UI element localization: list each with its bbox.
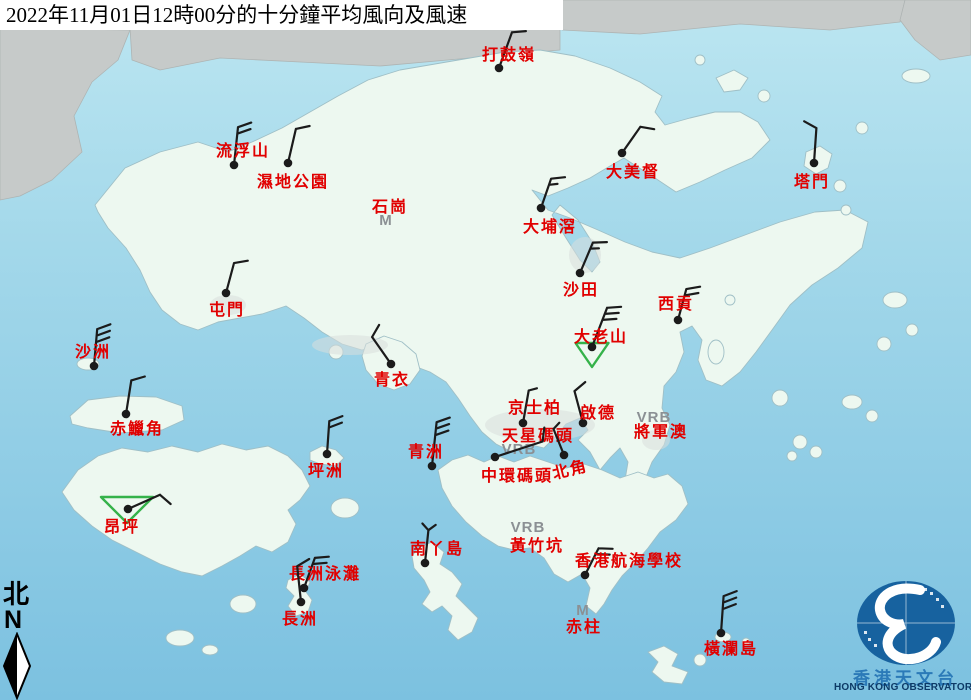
island-tung-ping-chau bbox=[902, 69, 930, 83]
island-hei-ling-chau bbox=[331, 498, 359, 518]
station-waglan-island-dot bbox=[717, 629, 726, 638]
station-cheung-chau-label: 長洲 bbox=[282, 610, 318, 628]
station-lau-fau-shan-dot bbox=[230, 161, 239, 170]
base-map: 流浮山濕地公園 打鼓嶺 M 石崗 大美督塔門大埔滘沙田西貢大老山 屯門沙洲赤鱲角 青衣京士柏… bbox=[0, 0, 971, 700]
island-east-2 bbox=[906, 324, 918, 336]
island-town bbox=[772, 390, 788, 406]
station-tuen-mun-dot bbox=[222, 289, 231, 298]
station-hk-sea-school-dot bbox=[581, 571, 590, 580]
island-crooked-2 bbox=[695, 55, 705, 65]
station-lau-fau-shan-label: 流浮山 bbox=[216, 141, 270, 160]
station-hk-sea-school-label: 香港航海學校 bbox=[574, 551, 683, 570]
station-shek-kong-label: 石崗 bbox=[371, 197, 408, 216]
island-basalt bbox=[842, 395, 862, 409]
station-wong-chuk-hang-label: 黃竹坑 bbox=[509, 536, 564, 555]
island-soko-1 bbox=[166, 630, 194, 646]
hko-logo-english: HONG KONG OBSERVATORY bbox=[834, 682, 971, 693]
station-stanley-label: 赤柱 bbox=[566, 617, 602, 636]
station-central-pier-label: 中環碼頭 bbox=[481, 466, 553, 485]
wind-map-canvas: 流浮山濕地公園 打鼓嶺 M 石崗 大美督塔門大埔滘沙田西貢大老山 屯門沙洲赤鱲角 青衣京士柏… bbox=[0, 0, 971, 700]
station-waglan-island-label: 橫瀾島 bbox=[704, 639, 758, 658]
station-sha-tin-dot bbox=[576, 269, 585, 278]
station-tuen-mun-label: 屯門 bbox=[209, 300, 245, 319]
station-tap-mun-label: 塔門 bbox=[794, 172, 830, 191]
station-tates-cairn-label: 大老山 bbox=[574, 327, 628, 346]
island-crooked-1 bbox=[758, 90, 770, 102]
station-sha-tin-label: 沙田 bbox=[563, 281, 599, 299]
island-bluff bbox=[866, 410, 878, 422]
station-stanley-m-tag: M bbox=[576, 602, 590, 619]
island-east-3 bbox=[877, 337, 891, 351]
station-sha-chau-label: 沙洲 bbox=[75, 343, 111, 361]
station-kings-park-dot bbox=[519, 419, 528, 428]
station-sha-chau-dot bbox=[90, 362, 99, 371]
station-ngong-ping-dot bbox=[124, 505, 133, 514]
station-cheung-chau-dot bbox=[297, 598, 306, 607]
island-shelter bbox=[725, 295, 735, 305]
island-ninepin-3 bbox=[787, 451, 797, 461]
north-compass: 北 N bbox=[0, 582, 36, 700]
station-wong-chuk-hang-vrb-tag: VRB bbox=[511, 519, 546, 536]
compass-north-hanzi: 北 bbox=[3, 582, 36, 608]
station-central-pier-dot bbox=[491, 453, 500, 462]
station-tai-mei-tuk-dot bbox=[618, 149, 627, 158]
station-wetland-park-label: 濕地公園 bbox=[257, 172, 329, 191]
station-tsing-yi-label: 青衣 bbox=[374, 370, 410, 389]
station-cheung-chau-beach-label: 長洲泳灘 bbox=[289, 564, 361, 583]
station-lamma-island-dot bbox=[421, 559, 430, 568]
island-grass-1 bbox=[834, 180, 846, 192]
island-kau-sai-chau bbox=[708, 340, 724, 364]
station-kai-tak-label: 啟德 bbox=[580, 403, 616, 422]
station-ta-kwu-ling-dot bbox=[495, 64, 504, 73]
station-sai-kung-dot bbox=[674, 316, 683, 325]
station-tai-po-kau-dot bbox=[537, 204, 546, 213]
station-peng-chau-dot bbox=[323, 450, 332, 459]
station-ta-kwu-ling-label: 打鼓嶺 bbox=[482, 45, 536, 64]
station-lamma-island-label: 南丫島 bbox=[410, 539, 464, 558]
island-east-1 bbox=[883, 292, 907, 308]
station-tseung-kwan-o-label: 將軍澳 bbox=[634, 422, 688, 441]
station-tap-mun-dot bbox=[810, 159, 819, 168]
compass-arrow-icon bbox=[0, 632, 34, 700]
station-tai-mei-tuk-label: 大美督 bbox=[606, 162, 660, 181]
compass-north-letter: N bbox=[4, 608, 36, 632]
station-sai-kung-label: 西貢 bbox=[658, 295, 694, 313]
hko-logo: 香港天文台 HONG KONG OBSERVATORY bbox=[840, 578, 971, 700]
station-tsing-yi-dot bbox=[387, 360, 396, 369]
station-chek-lap-kok-label: 赤鱲角 bbox=[110, 419, 164, 438]
station-cheung-chau-beach-dot bbox=[300, 584, 309, 593]
island-port bbox=[856, 122, 868, 134]
island-grass-2 bbox=[841, 205, 851, 215]
station-green-island-dot bbox=[428, 462, 437, 471]
map-title: 2022年11月01日12時00分的十分鐘平均風向及風速 bbox=[0, 0, 563, 30]
station-tai-po-kau-label: 大埔滘 bbox=[523, 217, 577, 236]
island-ninepin-1 bbox=[793, 435, 807, 449]
island-soko-2 bbox=[202, 645, 218, 655]
station-peng-chau-label: 坪洲 bbox=[308, 462, 344, 480]
station-chek-lap-kok-dot bbox=[122, 410, 131, 419]
station-wetland-park-dot bbox=[284, 159, 293, 168]
island-shek-kwu-chau bbox=[230, 595, 256, 613]
station-kings-park-label: 京士柏 bbox=[508, 398, 562, 417]
station-north-point-dot bbox=[560, 451, 569, 460]
station-green-island-label: 青洲 bbox=[408, 442, 444, 461]
station-ngong-ping-label: 昂坪 bbox=[104, 518, 140, 536]
island-ninepin-2 bbox=[810, 446, 822, 458]
